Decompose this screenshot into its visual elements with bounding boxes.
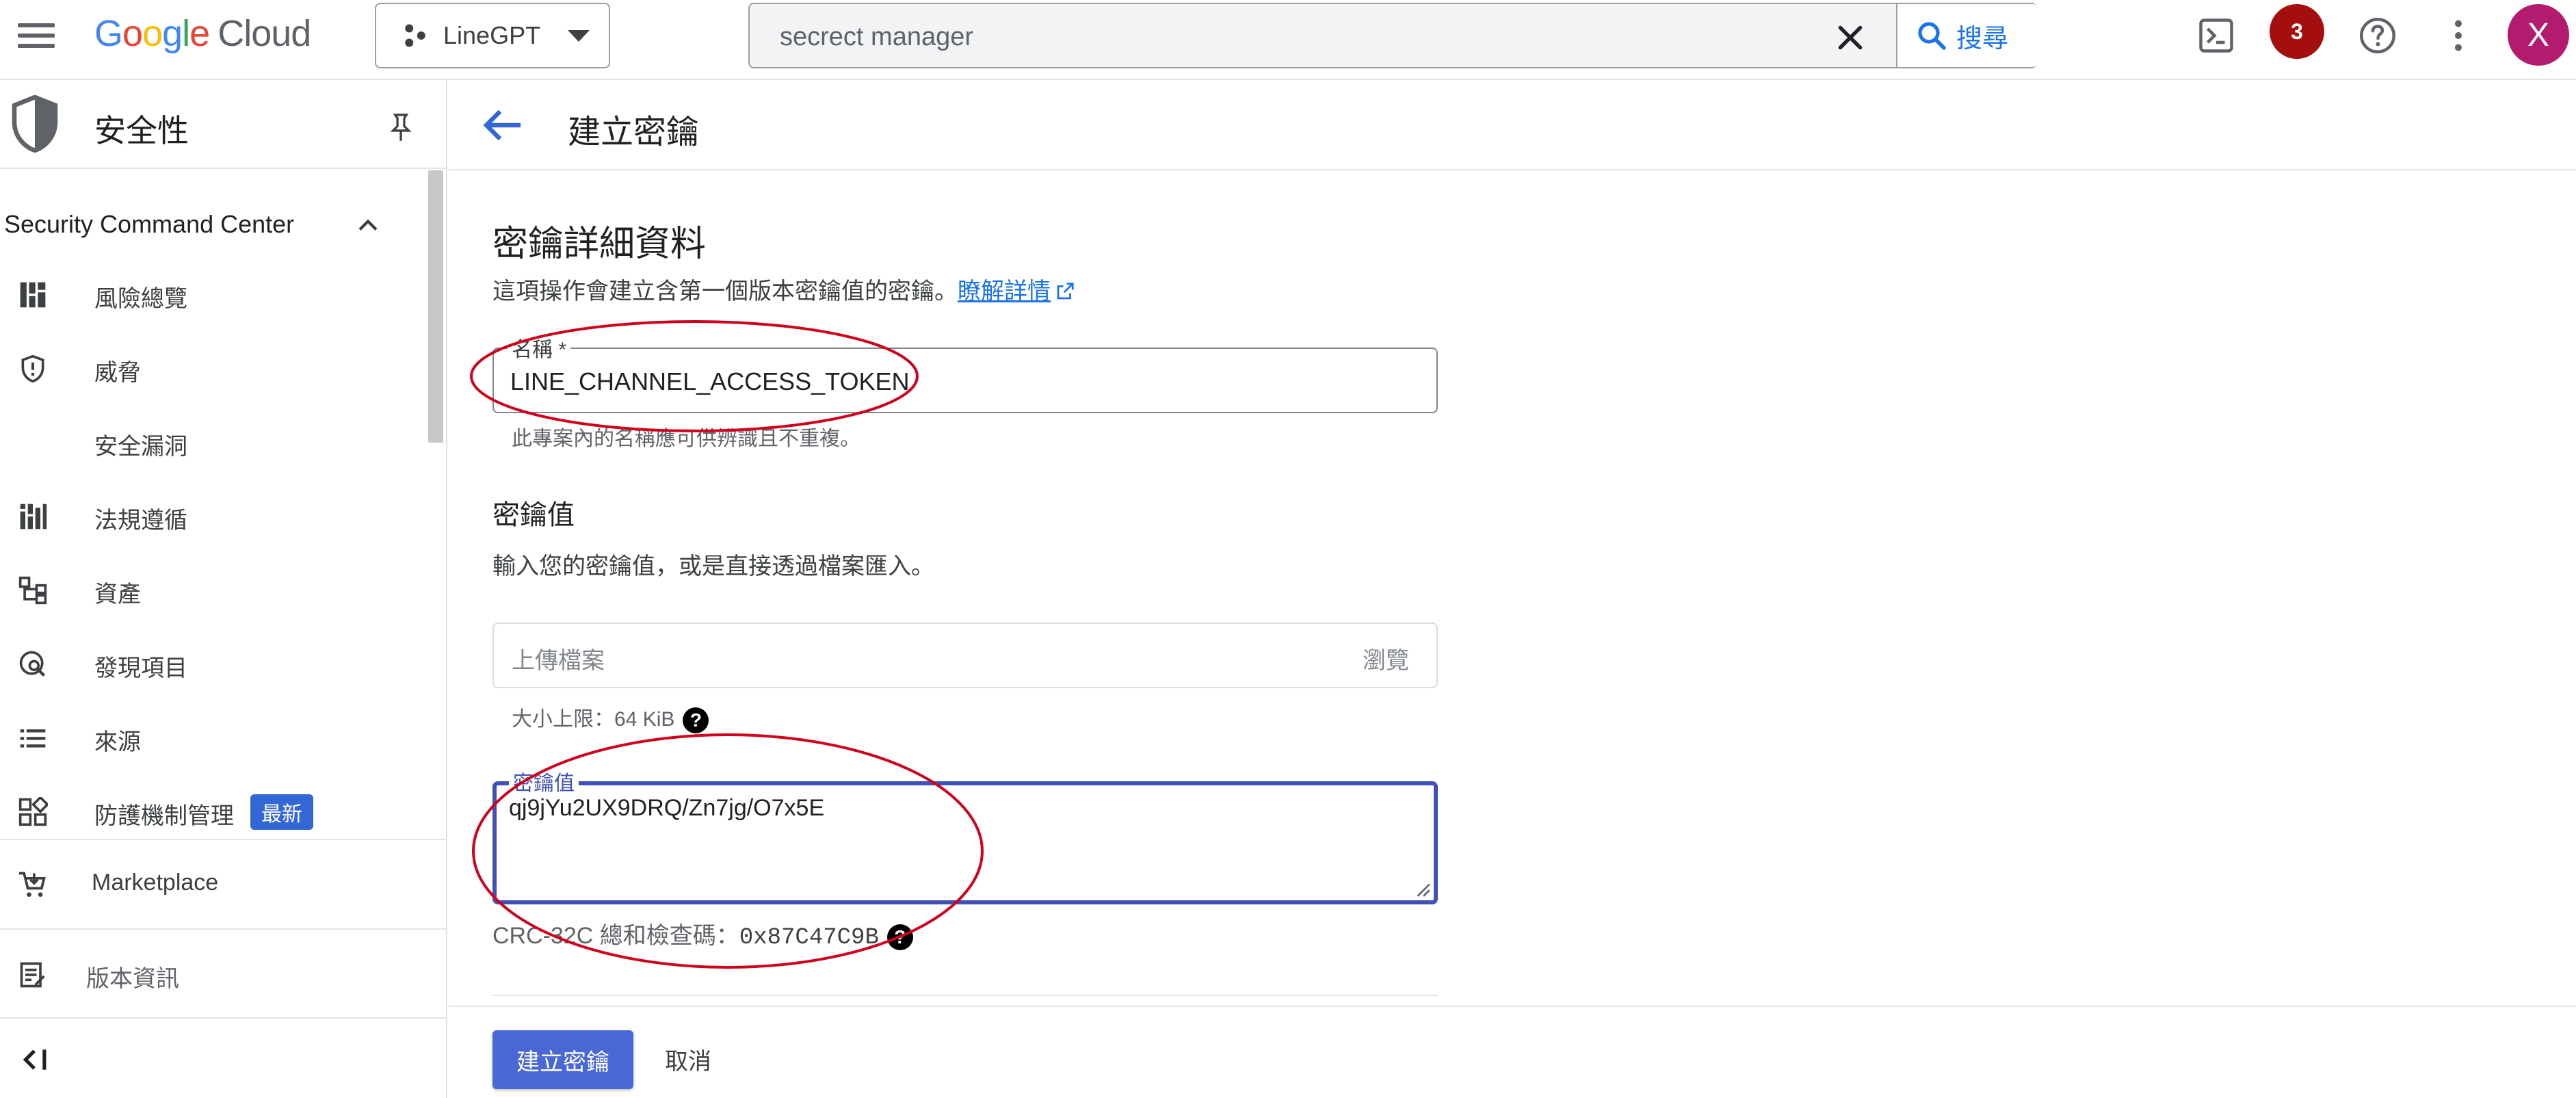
crc-value: 0x87C47C9B xyxy=(739,925,879,951)
help-icon[interactable]: ? xyxy=(683,707,709,734)
size-limit-hint: 大小上限：64 KiB? xyxy=(512,702,709,734)
close-icon[interactable] xyxy=(1833,21,1867,55)
chevron-up-icon[interactable] xyxy=(356,214,380,235)
sidebar-item-label: 風險總覽 xyxy=(94,286,187,312)
sidebar-header: 安全性 xyxy=(0,80,446,169)
sidebar-item-label: 安全漏洞 xyxy=(94,434,187,460)
sidebar-item-compliance[interactable]: 法規遵循 xyxy=(0,484,424,548)
sidebar-item-vulnerabilities[interactable]: 安全漏洞 xyxy=(0,410,424,474)
sidebar-item-posture-management[interactable]: 防護機制管理 最新 xyxy=(0,779,424,844)
content-divider xyxy=(492,995,1438,996)
cancel-button[interactable]: 取消 xyxy=(665,1043,711,1076)
sidebar-item-label: 版本資訊 xyxy=(86,966,179,992)
search-button[interactable]: 搜尋 xyxy=(1896,4,2037,67)
sidebar-item-label: 來源 xyxy=(94,729,141,755)
browse-button[interactable]: 瀏覽 xyxy=(1363,642,1409,675)
sidebar-item-threats[interactable]: 威脅 xyxy=(0,336,424,400)
shield-icon xyxy=(12,95,58,153)
back-arrow-icon[interactable] xyxy=(483,107,524,143)
google-cloud-logo[interactable]: Google Cloud xyxy=(94,12,311,55)
help-icon[interactable]: ? xyxy=(886,924,913,951)
pin-icon[interactable] xyxy=(387,112,415,143)
name-field: 名稱 * xyxy=(492,332,1438,413)
page-header: 建立密鑰 xyxy=(449,80,2576,170)
search-globe-icon xyxy=(19,651,46,677)
new-badge: 最新 xyxy=(250,794,313,830)
sidebar-item-risk-overview[interactable]: 風險總覽 xyxy=(0,262,424,326)
help-icon[interactable] xyxy=(2357,15,2398,56)
collapse-sidebar-icon[interactable] xyxy=(21,1046,51,1073)
chevron-down-icon xyxy=(568,29,590,42)
search-button-label: 搜尋 xyxy=(1956,24,2009,53)
page-title: 建立密鑰 xyxy=(568,114,700,151)
widgets-icon xyxy=(18,797,48,826)
search-bar: 搜尋 xyxy=(748,3,2037,68)
search-icon xyxy=(1918,22,1946,50)
sidebar-divider xyxy=(0,1017,446,1019)
cloud-shell-icon[interactable] xyxy=(2196,15,2237,56)
list-icon xyxy=(20,729,46,748)
secret-value-description: 輸入您的密鑰值，或是直接透過檔案匯入。 xyxy=(492,553,934,579)
sidebar-item-findings[interactable]: 發現項目 xyxy=(0,631,424,696)
cart-icon xyxy=(18,872,46,897)
sidebar-item-label: Marketplace xyxy=(92,870,219,896)
sidebar-item-label: 發現項目 xyxy=(94,655,187,681)
name-field-label: 名稱 * xyxy=(508,332,571,363)
top-app-bar: GoogleCloud LineGPT 搜尋 3 X xyxy=(0,0,2576,80)
menu-icon[interactable] xyxy=(18,21,57,51)
form-actions: 建立密鑰 取消 xyxy=(449,1006,2576,1098)
sidebar-item-release-notes[interactable]: 版本資訊 xyxy=(0,942,424,1006)
sidebar-item-assets[interactable]: 資產 xyxy=(0,558,424,622)
sidebar-title: 安全性 xyxy=(94,113,189,148)
upload-placeholder: 上傳檔案 xyxy=(512,648,605,674)
more-vert-icon[interactable] xyxy=(2438,15,2479,56)
release-notes-icon xyxy=(20,962,45,988)
dashboard-icon xyxy=(20,282,46,308)
external-link-icon[interactable] xyxy=(1055,281,1075,302)
project-name: LineGPT xyxy=(443,21,541,49)
secret-value-field: 密鑰值 qj9jYu2UX9DRQ/Zn7jg/O7x5E xyxy=(492,766,1438,904)
search-input[interactable] xyxy=(780,18,1806,56)
name-input[interactable] xyxy=(510,363,1399,401)
project-picker[interactable]: LineGPT xyxy=(375,3,610,68)
sidebar-item-marketplace[interactable]: Marketplace xyxy=(0,852,424,916)
sidebar-scrollbar[interactable] xyxy=(428,170,443,443)
crc-checksum: CRC-32C 總和檢查碼：0x87C47C9B? xyxy=(492,917,913,951)
details-title: 密鑰詳細資料 xyxy=(492,224,707,264)
sidebar-item-label: 資產 xyxy=(94,581,141,607)
name-hint: 此專案內的名稱應可供辨識且不重複。 xyxy=(512,428,860,450)
sidebar-item-sources[interactable]: 來源 xyxy=(0,705,424,770)
notification-badge[interactable]: 3 xyxy=(2270,4,2324,59)
create-secret-button[interactable]: 建立密鑰 xyxy=(492,1030,633,1089)
learn-more-link[interactable]: 瞭解詳情 xyxy=(958,278,1051,304)
secret-value-title: 密鑰值 xyxy=(492,500,575,530)
bar-chart-icon xyxy=(20,504,47,530)
sidebar-item-label: 法規遵循 xyxy=(94,508,187,534)
hierarchy-icon xyxy=(18,576,47,605)
sidebar-item-label: 防護機制管理 xyxy=(94,803,234,829)
upload-file-field[interactable]: 上傳檔案 瀏覽 xyxy=(492,623,1438,688)
resize-handle-icon[interactable] xyxy=(1413,880,1431,898)
sidebar-item-label: 威脅 xyxy=(94,360,141,386)
secret-value-textarea[interactable]: qj9jYu2UX9DRQ/Zn7jg/O7x5E xyxy=(509,795,1398,891)
project-icon xyxy=(405,24,425,47)
sidebar-divider xyxy=(0,839,446,840)
section-security-command-center[interactable]: Security Command Center xyxy=(4,210,294,239)
sidebar-divider xyxy=(0,928,446,930)
avatar[interactable]: X xyxy=(2508,4,2569,66)
secret-value-field-label: 密鑰值 xyxy=(509,766,579,796)
sidebar: 安全性 Security Command Center 風險總覽 威脅 安全漏洞… xyxy=(0,80,447,1098)
details-description: 這項操作會建立含第一個版本密鑰值的密鑰。瞭解詳情 xyxy=(492,272,1075,306)
shield-alert-icon xyxy=(21,354,44,383)
